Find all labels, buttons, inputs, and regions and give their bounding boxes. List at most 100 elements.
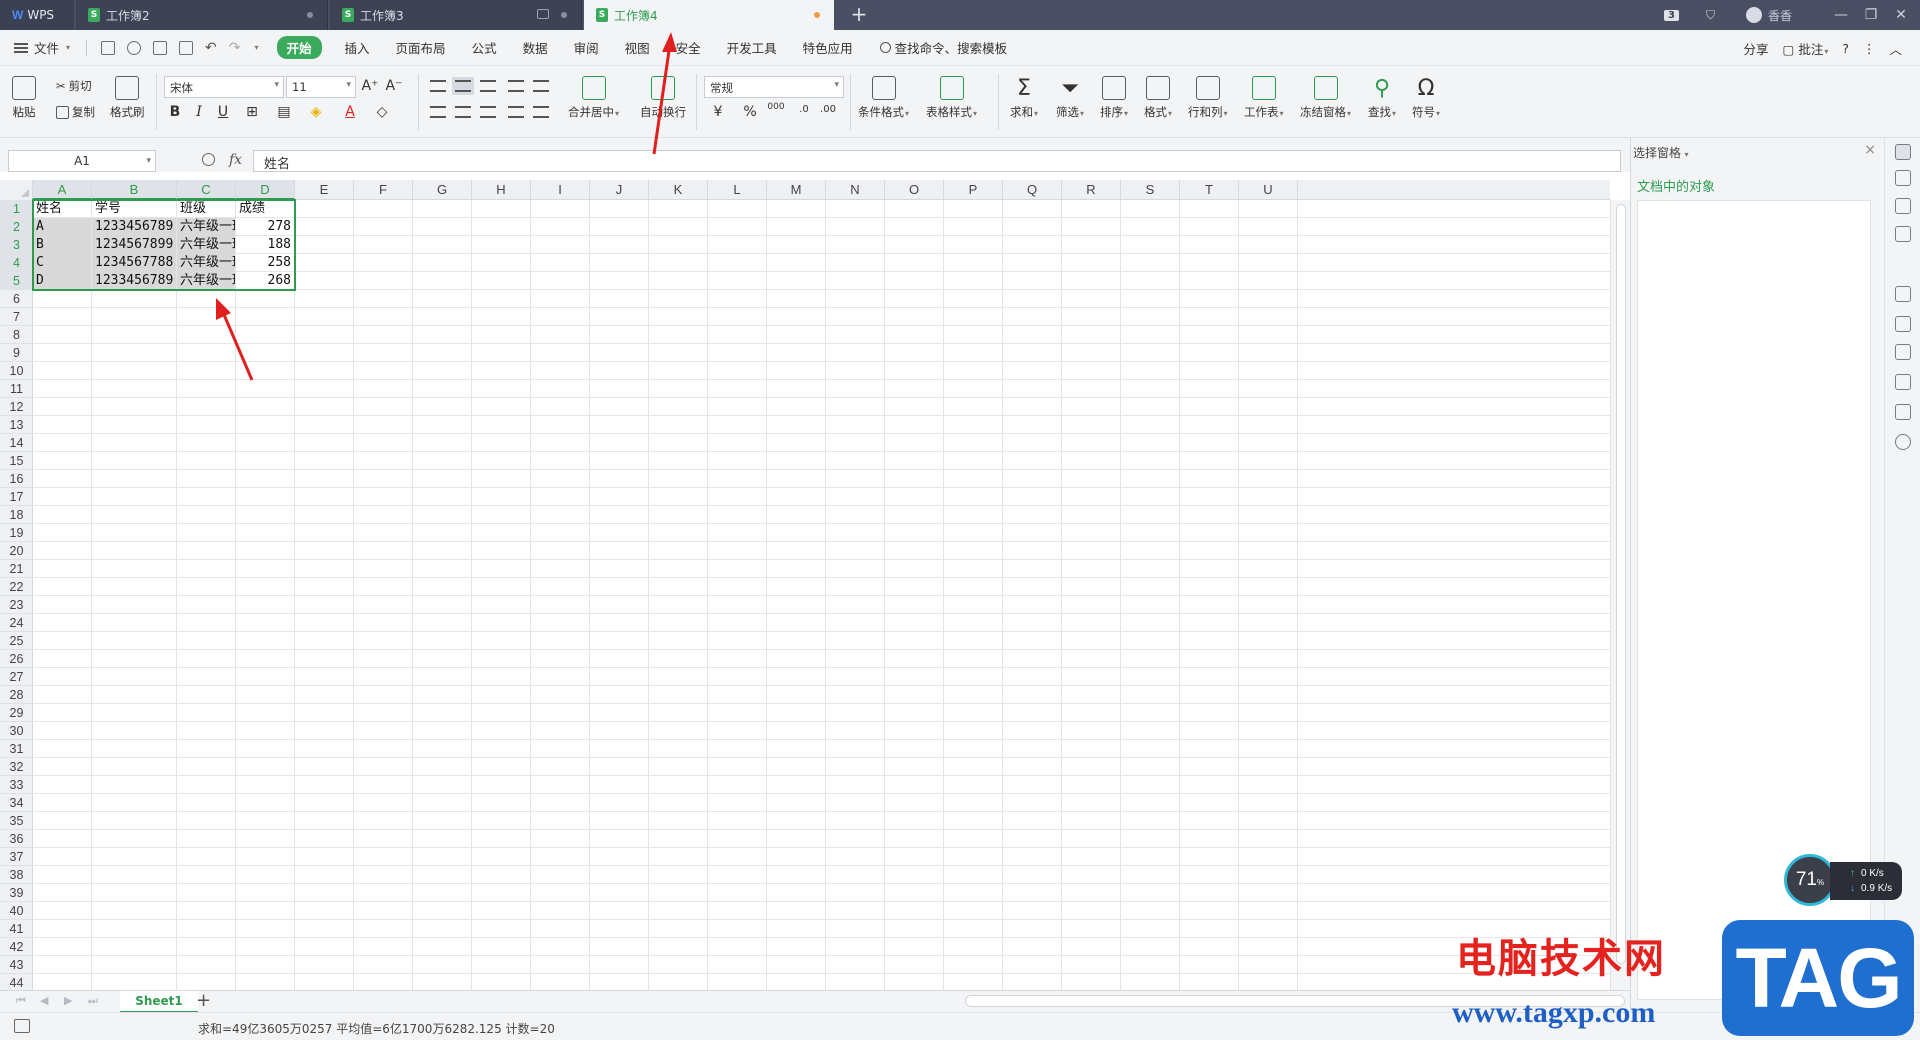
row-header[interactable]: 3 — [0, 236, 33, 254]
column-header-t[interactable]: T — [1180, 180, 1239, 200]
cursor-icon[interactable] — [1895, 144, 1911, 160]
column-header-n[interactable]: N — [826, 180, 885, 200]
extract-icon[interactable] — [1895, 286, 1911, 302]
worksheet-button[interactable]: 工作表▾ — [1244, 76, 1284, 120]
row-header[interactable]: 40 — [0, 902, 33, 920]
freeze-panes-button[interactable]: 冻结窗格▾ — [1300, 76, 1351, 120]
vertical-scroll-thumb[interactable] — [1616, 204, 1626, 964]
undo-icon[interactable]: ↶ — [205, 40, 217, 56]
align-right-icon[interactable] — [480, 106, 496, 118]
column-header-i[interactable]: I — [531, 180, 590, 200]
bold-button[interactable]: B — [165, 104, 185, 120]
unsaved-dot[interactable] — [814, 12, 820, 18]
increase-decimal-icon[interactable]: .0 — [794, 104, 814, 115]
user-account[interactable]: 香香 — [1746, 7, 1792, 24]
currency-icon[interactable]: ¥ — [708, 104, 728, 120]
symbol-button[interactable]: Ω 符号▾ — [1412, 76, 1440, 120]
help-icon[interactable] — [1895, 434, 1911, 450]
select-all-corner[interactable] — [0, 180, 33, 200]
tab-workbook2[interactable]: S 工作簿2 — [76, 0, 328, 30]
clear-format-icon[interactable]: ◇ — [372, 104, 392, 120]
cabinet-icon[interactable] — [1895, 316, 1911, 332]
row-header[interactable]: 19 — [0, 524, 33, 542]
row-header[interactable]: 11 — [0, 380, 33, 398]
column-header-o[interactable]: O — [885, 180, 944, 200]
align-middle-icon[interactable] — [452, 77, 474, 95]
row-header[interactable]: 22 — [0, 578, 33, 596]
menu-page-layout[interactable]: 页面布局 — [383, 38, 459, 57]
status-panel-icon[interactable] — [14, 1019, 30, 1033]
row-header[interactable]: 14 — [0, 434, 33, 452]
screen-icon[interactable] — [537, 9, 549, 19]
collapse-ribbon-button[interactable]: ︿ — [1889, 39, 1902, 58]
menu-insert[interactable]: 插入 — [332, 38, 383, 57]
image-icon[interactable] — [1895, 344, 1911, 360]
tab-close-dot[interactable] — [561, 12, 567, 18]
indent-increase-icon[interactable] — [533, 80, 549, 92]
new-tab-button[interactable]: + — [848, 4, 870, 26]
fill-color-icon[interactable]: ◈ — [306, 104, 326, 120]
distribute-icon[interactable] — [533, 106, 549, 118]
column-header-b[interactable]: B — [92, 180, 177, 200]
menu-formulas[interactable]: 公式 — [459, 38, 510, 57]
cell-area[interactable]: 姓名学号班级成绩A1233456789六年级一班278B1234567899六年… — [32, 199, 1610, 990]
align-top-icon[interactable] — [430, 80, 446, 92]
save-icon[interactable] — [101, 40, 116, 55]
row-header[interactable]: 2 — [0, 218, 33, 236]
close-pane-button[interactable]: × — [1864, 142, 1876, 158]
paste-button[interactable]: 粘贴 — [12, 76, 36, 120]
history-icon[interactable] — [1895, 404, 1911, 420]
row-header[interactable]: 39 — [0, 884, 33, 902]
column-header-r[interactable]: R — [1062, 180, 1121, 200]
row-header[interactable]: 25 — [0, 632, 33, 650]
percent-button[interactable]: % — [740, 104, 760, 120]
increase-font-button[interactable]: A⁺ — [360, 78, 380, 94]
merge-center-button[interactable]: 合并居中▾ — [568, 76, 619, 120]
last-sheet-icon[interactable]: ⏭ — [88, 994, 98, 1008]
row-header[interactable]: 29 — [0, 704, 33, 722]
row-header[interactable]: 10 — [0, 362, 33, 380]
column-header-l[interactable]: L — [708, 180, 767, 200]
row-header[interactable]: 12 — [0, 398, 33, 416]
row-header[interactable]: 4 — [0, 254, 33, 272]
column-header-d[interactable]: D — [236, 180, 295, 200]
backup-icon[interactable] — [1895, 374, 1911, 390]
print-icon[interactable] — [153, 40, 168, 55]
underline-button[interactable]: U — [213, 104, 233, 120]
print-preview-icon[interactable] — [179, 40, 194, 55]
sort-button[interactable]: 排序▾ — [1100, 76, 1128, 120]
style-icon[interactable] — [1895, 198, 1911, 214]
sum-button[interactable]: Σ 求和▾ — [1010, 76, 1038, 120]
command-search[interactable]: 查找命令、搜索模板 — [879, 38, 1007, 57]
column-header-e[interactable]: E — [295, 180, 354, 200]
font-name-select[interactable]: 宋体 — [164, 76, 284, 98]
window-count-badge[interactable]: 3 — [1664, 9, 1679, 21]
row-header[interactable]: 38 — [0, 866, 33, 884]
row-header[interactable]: 1 — [0, 200, 33, 218]
number-format-select[interactable]: 常规 — [704, 76, 844, 98]
table-style-button[interactable]: 表格样式▾ — [926, 76, 977, 120]
row-column-button[interactable]: 行和列▾ — [1188, 76, 1228, 120]
row-header[interactable]: 28 — [0, 686, 33, 704]
insert-function-button[interactable]: fx — [229, 152, 242, 168]
row-header[interactable]: 27 — [0, 668, 33, 686]
shapes-icon[interactable] — [1895, 170, 1911, 186]
row-header[interactable]: 43 — [0, 956, 33, 974]
column-header-m[interactable]: M — [767, 180, 826, 200]
menu-review[interactable]: 审阅 — [561, 38, 612, 57]
justify-icon[interactable] — [508, 106, 524, 118]
add-sheet-button[interactable]: + — [196, 990, 211, 1011]
row-header[interactable]: 21 — [0, 560, 33, 578]
column-header-g[interactable]: G — [413, 180, 472, 200]
font-size-select[interactable]: 11 — [286, 76, 356, 98]
next-sheet-icon[interactable]: ▶ — [64, 994, 72, 1007]
name-box[interactable]: A1 — [8, 150, 156, 172]
maximize-button[interactable]: ❐ — [1856, 7, 1886, 23]
quick-access-dropdown-icon[interactable]: ▾ — [255, 43, 259, 52]
export-icon[interactable] — [127, 40, 142, 55]
row-header[interactable]: 13 — [0, 416, 33, 434]
find-button[interactable]: ⚲ 查找▾ — [1368, 76, 1396, 120]
row-header[interactable]: 34 — [0, 794, 33, 812]
row-header[interactable]: 23 — [0, 596, 33, 614]
row-header[interactable]: 44 — [0, 974, 33, 990]
